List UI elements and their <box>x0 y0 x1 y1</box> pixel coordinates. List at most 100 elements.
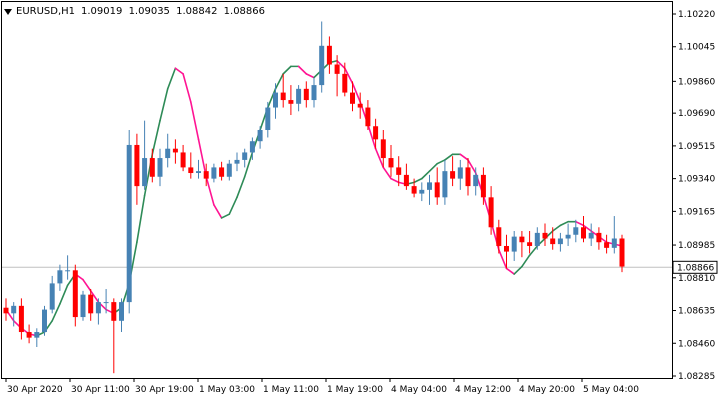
moving-average-segment <box>59 284 69 305</box>
candle-body <box>419 189 425 194</box>
candle-body <box>103 302 109 304</box>
price-tick-label: 1.08985 <box>678 241 715 251</box>
candle-body <box>396 167 402 175</box>
price-axis: 1.10220 1.10045 1.09860 1.09690 1.09515 1.093… <box>672 10 715 382</box>
candle-body <box>180 152 186 168</box>
candle-body <box>442 171 448 198</box>
moving-average-segment <box>159 88 169 122</box>
candle <box>211 163 217 183</box>
candle <box>257 126 263 149</box>
price-chart[interactable]: 1.10220 1.10045 1.09860 1.09690 1.09515 1.093… <box>0 0 720 400</box>
candle <box>326 36 332 74</box>
candles-layer <box>3 21 625 374</box>
candle-body <box>450 171 456 179</box>
candle-body <box>57 270 63 284</box>
candle <box>619 234 625 273</box>
candle-body <box>257 129 263 142</box>
candle-body <box>334 64 340 74</box>
candle <box>157 148 163 187</box>
candle-body <box>80 294 86 318</box>
candle-body <box>465 167 471 187</box>
candle <box>3 298 9 321</box>
candle-body <box>126 144 132 303</box>
ohlc-values: 1.09019 1.09035 1.08842 1.08866 <box>81 6 268 17</box>
candle-body <box>365 107 371 127</box>
candle-body <box>511 236 517 252</box>
candle <box>165 133 171 168</box>
time-tick-label: 4 May 04:00 <box>391 385 447 395</box>
candle-body <box>342 73 348 93</box>
moving-average-segment <box>413 177 423 184</box>
moving-average-segment <box>151 119 161 156</box>
candle <box>26 324 32 344</box>
candle <box>172 139 178 164</box>
time-tick-label: 30 Apr 11:00 <box>71 385 130 395</box>
close-value: 1.08866 <box>223 5 266 17</box>
candle <box>57 264 63 291</box>
candle-body <box>219 167 225 177</box>
moving-average-segment <box>182 73 192 103</box>
candle-body <box>49 283 55 310</box>
candle <box>434 167 440 205</box>
candle-body <box>473 174 479 187</box>
candle <box>565 223 571 246</box>
price-tick-label: 1.09165 <box>678 207 715 217</box>
candle <box>557 232 563 252</box>
candle <box>596 227 602 250</box>
candle <box>496 219 502 254</box>
moving-average-segment <box>505 267 516 275</box>
candle-body <box>134 144 140 187</box>
candle <box>588 223 594 246</box>
candle <box>296 85 302 112</box>
chart-header: EURUSD,H1 1.09019 1.09035 1.08842 1.0886… <box>4 4 268 18</box>
candle-body <box>11 305 17 314</box>
candle-body <box>242 152 248 160</box>
candle <box>303 81 309 108</box>
candle-body <box>542 232 548 239</box>
candle-body <box>119 302 124 321</box>
price-tick-label: 1.08460 <box>678 339 715 349</box>
moving-average-segment <box>166 67 177 90</box>
time-tick-label: 1 May 03:00 <box>199 385 255 395</box>
moving-average-segment <box>420 170 431 180</box>
moving-average-segment <box>274 73 285 90</box>
candle-body <box>434 182 440 198</box>
candle-body <box>288 100 294 104</box>
candle-body <box>373 126 379 140</box>
candle <box>219 161 225 181</box>
candle-body <box>249 141 255 153</box>
candle <box>42 305 47 336</box>
moving-average-segment <box>390 177 400 184</box>
candle <box>119 298 124 333</box>
candle <box>49 275 55 314</box>
candle <box>273 83 278 119</box>
moving-average-segment <box>136 194 146 244</box>
candle <box>188 152 194 179</box>
candle <box>542 223 548 246</box>
candle-body <box>95 302 101 314</box>
candle-body <box>172 148 178 153</box>
candle-body <box>519 236 525 243</box>
candle-body <box>18 305 24 333</box>
moving-average-segment <box>428 162 439 172</box>
time-tick-label: 4 May 12:00 <box>455 385 511 395</box>
candle-body <box>211 167 217 179</box>
time-axis: 30 Apr 2020 30 Apr 11:00 30 Apr 19:00 1 May… <box>5 378 639 395</box>
candle-body <box>26 332 32 338</box>
price-tick-label: 1.08635 <box>678 307 715 317</box>
candle-body <box>265 107 271 130</box>
candle-body <box>588 232 594 239</box>
chevron-down-icon[interactable] <box>4 8 12 15</box>
price-tick-label: 1.08285 <box>678 372 715 382</box>
candle-body <box>388 158 394 168</box>
moving-average-segment <box>559 220 569 227</box>
candle-body <box>34 332 40 338</box>
candle-body <box>273 92 278 108</box>
chart-window[interactable]: 1.10220 1.10045 1.09860 1.09690 1.09515 1.093… <box>0 0 720 400</box>
moving-average-segment <box>528 245 539 257</box>
candle-body <box>350 92 355 104</box>
candle-body <box>157 158 163 177</box>
candle-body <box>534 232 540 246</box>
moving-average-segment <box>213 204 223 219</box>
high-value: 1.09035 <box>128 5 170 17</box>
